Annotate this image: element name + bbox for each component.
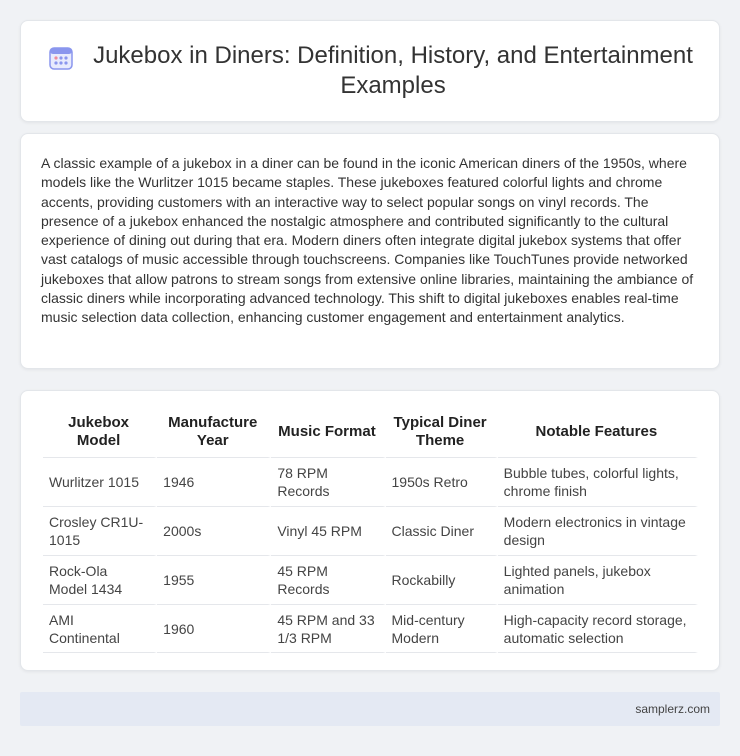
cell-model: AMI Continental: [43, 604, 158, 653]
table-header-row: Jukebox Model Manufacture Year Music For…: [43, 409, 698, 457]
cell-year: 2000s: [157, 506, 272, 555]
header-card: Jukebox in Diners: Definition, History, …: [20, 20, 720, 122]
cell-theme: Rockabilly: [385, 555, 498, 604]
table-row: Rock-Ola Model 1434 1955 45 RPM Records …: [43, 555, 698, 604]
cell-features: High-capacity record storage, automatic …: [497, 604, 698, 653]
header-jukebox-model: Jukebox Model: [43, 409, 158, 457]
description-card: A classic example of a jukebox in a dine…: [20, 133, 720, 369]
footer-bar: samplerz.com: [20, 692, 720, 726]
header-notable-features: Notable Features: [497, 409, 698, 457]
header-manufacture-year: Manufacture Year: [157, 409, 272, 457]
calendar-grid-icon: [49, 47, 73, 70]
cell-features: Modern electronics in vintage design: [497, 506, 698, 555]
footer-site-link[interactable]: samplerz.com: [635, 702, 710, 716]
description-text: A classic example of a jukebox in a dine…: [41, 155, 694, 326]
cell-model: Rock-Ola Model 1434: [43, 555, 158, 604]
cell-model: Wurlitzer 1015: [43, 457, 158, 506]
cell-format: Vinyl 45 RPM: [271, 506, 386, 555]
cell-features: Lighted panels, jukebox animation: [497, 555, 698, 604]
cell-theme: Mid-century Modern: [385, 604, 498, 653]
page-title: Jukebox in Diners: Definition, History, …: [93, 42, 693, 99]
table-row: Crosley CR1U-1015 2000s Vinyl 45 RPM Cla…: [43, 506, 698, 555]
cell-year: 1955: [157, 555, 272, 604]
cell-format: 78 RPM Records: [271, 457, 386, 506]
table-row: AMI Continental 1960 45 RPM and 33 1/3 R…: [43, 604, 698, 653]
cell-year: 1946: [157, 457, 272, 506]
cell-model: Crosley CR1U-1015: [43, 506, 158, 555]
cell-theme: 1950s Retro: [385, 457, 498, 506]
cell-format: 45 RPM Records: [271, 555, 386, 604]
header-inner: Jukebox in Diners: Definition, History, …: [21, 21, 719, 121]
cell-format: 45 RPM and 33 1/3 RPM: [271, 604, 386, 653]
table-card: Jukebox Model Manufacture Year Music For…: [20, 390, 720, 671]
cell-features: Bubble tubes, colorful lights, chrome fi…: [497, 457, 698, 506]
header-typical-diner-theme: Typical Diner Theme: [385, 409, 498, 457]
cell-year: 1960: [157, 604, 272, 653]
cell-theme: Classic Diner: [385, 506, 498, 555]
jukebox-table: Jukebox Model Manufacture Year Music For…: [43, 409, 698, 653]
header-music-format: Music Format: [271, 409, 386, 457]
table-row: Wurlitzer 1015 1946 78 RPM Records 1950s…: [43, 457, 698, 506]
